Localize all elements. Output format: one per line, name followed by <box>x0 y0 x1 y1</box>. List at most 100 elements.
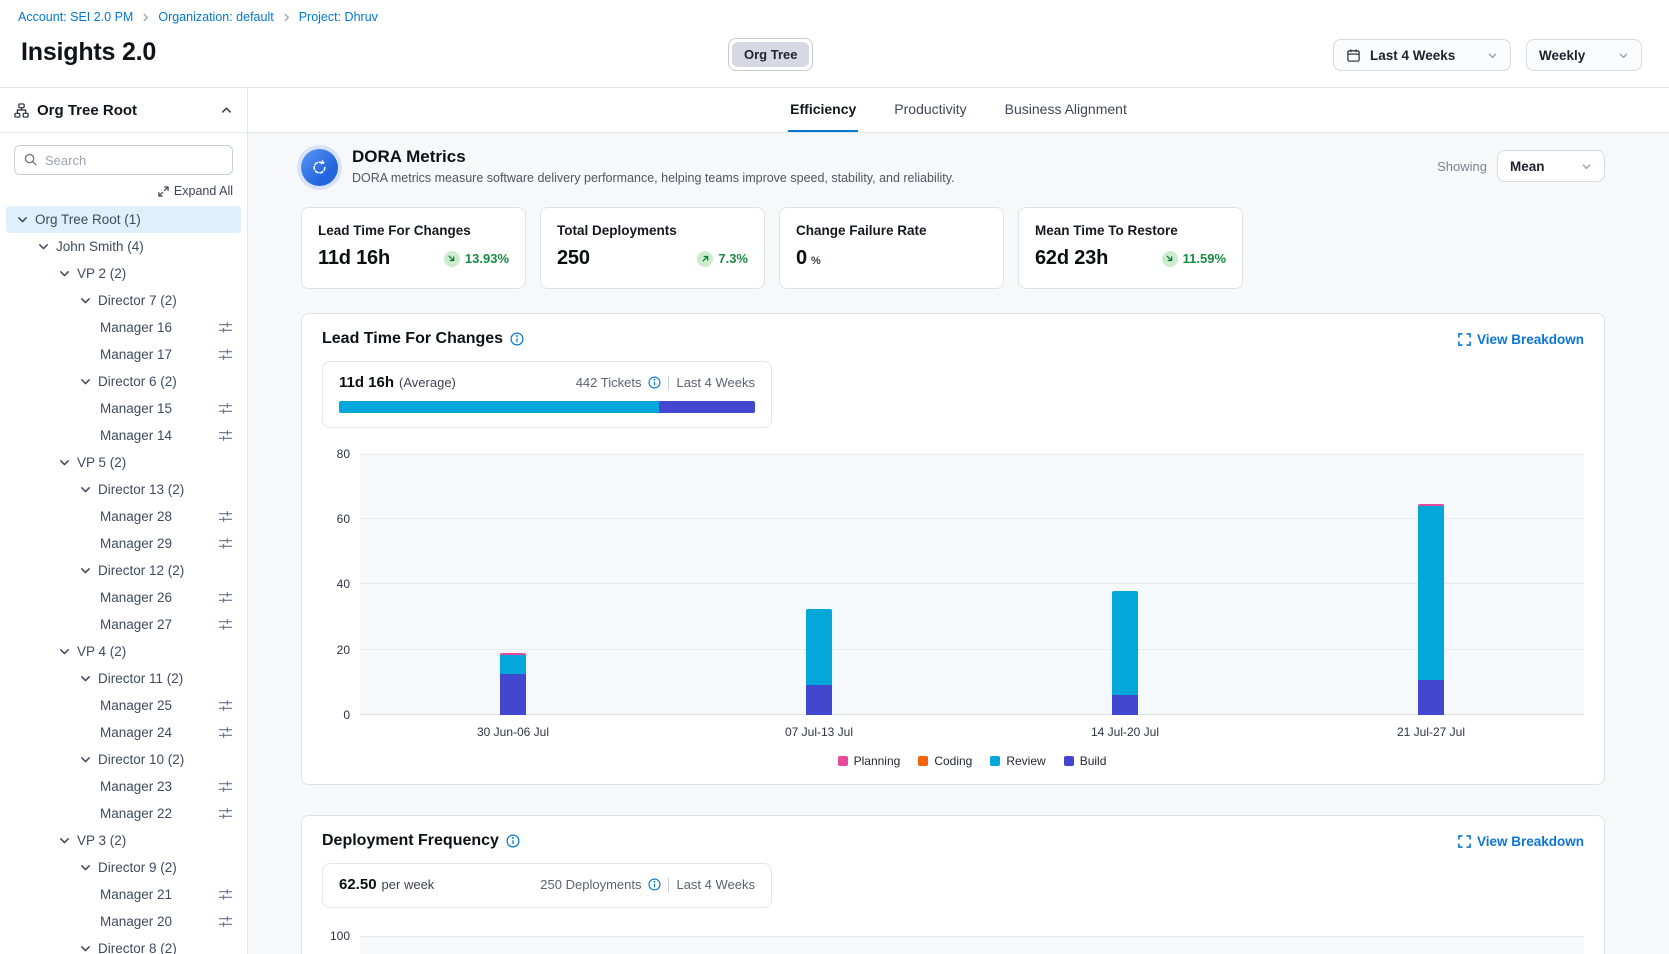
tree-item-manager-27[interactable]: Manager 27 <box>6 611 241 638</box>
bar-segment-build[interactable] <box>806 685 832 715</box>
info-icon[interactable] <box>506 834 520 848</box>
bar-segment-review[interactable] <box>500 655 526 674</box>
chevron-down-icon[interactable] <box>79 753 92 766</box>
chevron-down-icon[interactable] <box>58 456 71 469</box>
tree-item-manager-23[interactable]: Manager 23 <box>6 773 241 800</box>
chevron-down-icon[interactable] <box>37 240 50 253</box>
chevron-down-icon[interactable] <box>58 834 71 847</box>
metric-delta-badge: 7.3% <box>697 251 748 267</box>
tree-item-vp-2-2[interactable]: VP 2 (2) <box>6 260 241 287</box>
chevron-down-icon[interactable] <box>58 267 71 280</box>
tree-item-manager-20[interactable]: Manager 20 <box>6 908 241 935</box>
org-tree-toggle-button[interactable]: Org Tree <box>728 38 813 71</box>
chevron-up-icon[interactable] <box>220 104 233 117</box>
filters-sliders-icon[interactable] <box>218 914 233 929</box>
tab-business-alignment[interactable]: Business Alignment <box>1003 88 1129 132</box>
chevron-down-icon[interactable] <box>79 672 92 685</box>
filters-sliders-icon[interactable] <box>218 779 233 794</box>
lead-time-view-breakdown-link[interactable]: View Breakdown <box>1458 332 1584 347</box>
stacked-bar-14-jul-20-jul[interactable] <box>1112 591 1138 715</box>
stacked-bar-30-jun-06-jul[interactable] <box>500 653 526 715</box>
chevron-down-icon[interactable] <box>58 645 71 658</box>
deployment-chart: 100 <box>322 928 1584 954</box>
bar-segment-review[interactable] <box>806 609 832 685</box>
filters-sliders-icon[interactable] <box>218 698 233 713</box>
tab-efficiency[interactable]: Efficiency <box>788 88 858 132</box>
showing-select[interactable]: Mean <box>1497 150 1605 182</box>
bar-segment-review[interactable] <box>1112 591 1138 695</box>
tree-item-manager-14[interactable]: Manager 14 <box>6 422 241 449</box>
legend-item-planning[interactable]: Planning <box>838 754 901 768</box>
info-icon[interactable] <box>648 376 661 389</box>
stage-bar-segment-build[interactable] <box>659 401 755 413</box>
chevron-down-icon[interactable] <box>79 375 92 388</box>
tree-item-director-9-2[interactable]: Director 9 (2) <box>6 854 241 881</box>
legend-item-build[interactable]: Build <box>1064 754 1107 768</box>
chevron-down-icon[interactable] <box>79 942 92 954</box>
breadcrumb-organization-link[interactable]: Organization: default <box>158 10 273 24</box>
date-range-select[interactable]: Last 4 Weeks <box>1333 39 1511 71</box>
filters-sliders-icon[interactable] <box>218 401 233 416</box>
tab-bar: Efficiency Productivity Business Alignment <box>248 88 1669 133</box>
filters-sliders-icon[interactable] <box>218 590 233 605</box>
tree-item-manager-25[interactable]: Manager 25 <box>6 692 241 719</box>
tree-item-director-6-2[interactable]: Director 6 (2) <box>6 368 241 395</box>
dora-metric-cards: Lead Time For Changes11d 16h13.93%Total … <box>301 207 1605 289</box>
tab-productivity[interactable]: Productivity <box>892 88 968 132</box>
tree-item-vp-3-2[interactable]: VP 3 (2) <box>6 827 241 854</box>
tree-item-manager-17[interactable]: Manager 17 <box>6 341 241 368</box>
expand-all-button[interactable]: Expand All <box>0 175 247 204</box>
tree-item-director-10-2[interactable]: Director 10 (2) <box>6 746 241 773</box>
bar-segment-build[interactable] <box>500 674 526 715</box>
breadcrumb-account-link[interactable]: Account: SEI 2.0 PM <box>18 10 133 24</box>
filters-sliders-icon[interactable] <box>218 428 233 443</box>
bar-segment-build[interactable] <box>1112 695 1138 715</box>
chevron-down-icon[interactable] <box>79 483 92 496</box>
breadcrumb-project-link[interactable]: Project: Dhruv <box>299 10 378 24</box>
tree-item-director-11-2[interactable]: Director 11 (2) <box>6 665 241 692</box>
deployment-panel-header: Deployment Frequency View Breakdown <box>322 832 1584 850</box>
search-input[interactable] <box>14 145 233 175</box>
deployment-view-breakdown-link[interactable]: View Breakdown <box>1458 834 1584 849</box>
tree-item-manager-26[interactable]: Manager 26 <box>6 584 241 611</box>
chevron-down-icon[interactable] <box>79 564 92 577</box>
tree-item-manager-16[interactable]: Manager 16 <box>6 314 241 341</box>
filters-sliders-icon[interactable] <box>218 509 233 524</box>
tree-item-manager-24[interactable]: Manager 24 <box>6 719 241 746</box>
chevron-down-icon[interactable] <box>79 861 92 874</box>
filters-sliders-icon[interactable] <box>218 536 233 551</box>
tree-item-director-13-2[interactable]: Director 13 (2) <box>6 476 241 503</box>
tree-item-manager-22[interactable]: Manager 22 <box>6 800 241 827</box>
bar-segment-build[interactable] <box>1418 680 1444 715</box>
filters-sliders-icon[interactable] <box>218 887 233 902</box>
stage-bar-segment-review[interactable] <box>339 401 659 413</box>
tree-item-manager-28[interactable]: Manager 28 <box>6 503 241 530</box>
bar-segment-review[interactable] <box>1418 506 1444 680</box>
info-icon[interactable] <box>510 332 524 346</box>
tree-item-john-smith-4[interactable]: John Smith (4) <box>6 233 241 260</box>
tree-item-org-tree-root-1[interactable]: Org Tree Root (1) <box>6 206 241 233</box>
tree-item-vp-5-2[interactable]: VP 5 (2) <box>6 449 241 476</box>
lead-time-panel: Lead Time For Changes View Breakdown <box>301 313 1605 785</box>
filters-sliders-icon[interactable] <box>218 320 233 335</box>
legend-item-review[interactable]: Review <box>990 754 1045 768</box>
tree-item-manager-15[interactable]: Manager 15 <box>6 395 241 422</box>
tree-item-director-12-2[interactable]: Director 12 (2) <box>6 557 241 584</box>
stacked-bar-21-jul-27-jul[interactable] <box>1418 504 1444 715</box>
chevron-down-icon[interactable] <box>16 213 29 226</box>
filters-sliders-icon[interactable] <box>218 806 233 821</box>
tree-item-director-7-2[interactable]: Director 7 (2) <box>6 287 241 314</box>
chevron-down-icon[interactable] <box>79 294 92 307</box>
filters-sliders-icon[interactable] <box>218 617 233 632</box>
tree-item-vp-4-2[interactable]: VP 4 (2) <box>6 638 241 665</box>
legend-item-coding[interactable]: Coding <box>918 754 972 768</box>
tree-item-manager-21[interactable]: Manager 21 <box>6 881 241 908</box>
tree-item-label: Director 9 (2) <box>98 860 177 875</box>
info-icon[interactable] <box>648 878 661 891</box>
tree-item-manager-29[interactable]: Manager 29 <box>6 530 241 557</box>
filters-sliders-icon[interactable] <box>218 347 233 362</box>
tree-item-director-8-2[interactable]: Director 8 (2) <box>6 935 241 954</box>
filters-sliders-icon[interactable] <box>218 725 233 740</box>
stacked-bar-07-jul-13-jul[interactable] <box>806 609 832 715</box>
granularity-select[interactable]: Weekly <box>1526 39 1642 71</box>
